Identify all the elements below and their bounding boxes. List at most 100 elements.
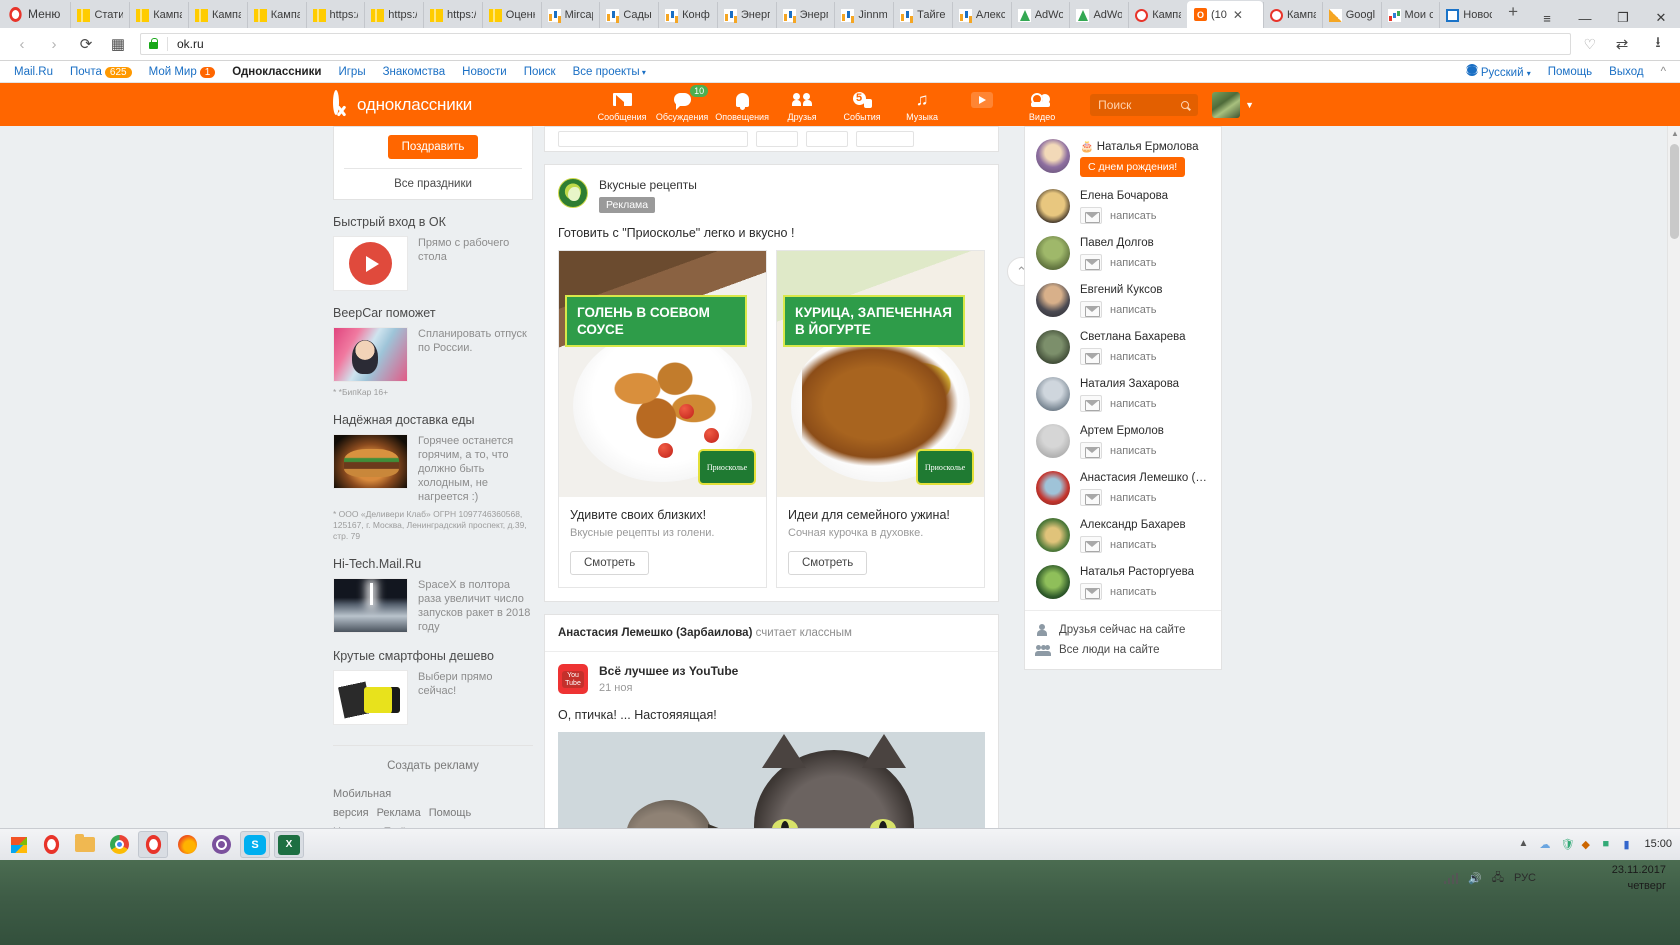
avatar[interactable]	[1036, 518, 1070, 552]
write-message-row[interactable]: написать	[1080, 254, 1211, 271]
avatar[interactable]	[1036, 236, 1070, 270]
browser-tab-3[interactable]: Кампа	[246, 2, 306, 28]
friend-name[interactable]: Павел Долгов	[1080, 237, 1211, 249]
taskbar-clock[interactable]: 15:00	[1644, 838, 1672, 851]
browser-tab-16[interactable]: AdWo	[1010, 2, 1070, 28]
write-message-row[interactable]: написать	[1080, 395, 1211, 412]
help-link[interactable]: Помощь	[1548, 66, 1592, 78]
friend-item[interactable]: 🎂 Наталья Ермолова С днем рождения!	[1025, 133, 1221, 183]
signal-icon[interactable]	[1444, 872, 1458, 884]
nav-music[interactable]: ♫ Музыка	[892, 87, 952, 122]
tray-app-icon-2[interactable]: ■	[1602, 838, 1616, 852]
friend-name[interactable]: 🎂 Наталья Ермолова	[1080, 140, 1211, 153]
browser-tab-9[interactable]: Сады	[599, 2, 658, 28]
browser-tab-7[interactable]: Оценк	[481, 2, 541, 28]
vpn-badge-icon[interactable]: ⇄	[1612, 35, 1632, 53]
browser-tab-14[interactable]: Тайгер	[893, 2, 952, 28]
download-icon[interactable]: ⭳	[1648, 32, 1668, 57]
nav-friends[interactable]: Друзья	[772, 87, 832, 122]
browser-tab-17[interactable]: AdWo	[1069, 2, 1128, 28]
toplink-5[interactable]: Знакомства	[383, 66, 446, 78]
browser-tab-5[interactable]: https:/	[364, 2, 423, 28]
write-message-row[interactable]: написать	[1080, 207, 1211, 224]
friend-item[interactable]: Анастасия Лемешко (За... написать	[1025, 465, 1221, 512]
envelope-icon[interactable]	[1080, 207, 1102, 224]
heart-icon[interactable]: ♡	[1583, 36, 1596, 53]
language-selector[interactable]: Русский ▾	[1465, 64, 1531, 79]
tray-cloud-icon[interactable]: ☁	[1539, 838, 1553, 852]
envelope-icon[interactable]	[1080, 254, 1102, 271]
nav-discussions[interactable]: 10 Обсуждения	[652, 85, 712, 122]
nav-play[interactable]	[952, 87, 1012, 112]
scrollbar-thumb[interactable]	[1670, 144, 1679, 239]
toplink-2[interactable]: Мой Мир 1	[149, 66, 216, 78]
scroll-up-arrow[interactable]: ▲	[1671, 129, 1679, 138]
toplink-7[interactable]: Поиск	[524, 66, 556, 78]
left-ad-1[interactable]: BeepCar поможет Спланировать отпуск по Ро…	[333, 306, 533, 398]
taskbar-app-explorer[interactable]	[70, 831, 100, 858]
page-scrollbar[interactable]: ▲ ▼	[1667, 126, 1680, 846]
envelope-icon[interactable]	[1080, 536, 1102, 553]
friend-name[interactable]: Евгений Куксов	[1080, 284, 1211, 296]
browser-tab-2[interactable]: Кампа	[187, 2, 247, 28]
browser-tab-21[interactable]: Googl	[1321, 2, 1381, 28]
friend-name[interactable]: Наталия Захарова	[1080, 378, 1211, 390]
url-input[interactable]: ok.ru	[140, 33, 1572, 55]
browser-tab-19[interactable]: (10 ✕	[1186, 1, 1263, 28]
browser-tab-13[interactable]: Jinnm	[834, 2, 893, 28]
speed-dial-icon[interactable]: ▦	[108, 35, 128, 53]
avatar[interactable]	[1036, 139, 1070, 173]
tray-up-arrow-icon[interactable]: ▲	[1518, 838, 1532, 852]
footer-link-help[interactable]: Помощь	[429, 807, 472, 819]
browser-tab-6[interactable]: https:/	[423, 2, 482, 28]
sharer-name[interactable]: Анастасия Лемешко (Зарбаилова)	[558, 627, 752, 639]
write-message-row[interactable]: написать	[1080, 583, 1211, 600]
arrow-badge-thumb[interactable]	[333, 236, 408, 291]
ok-search-box[interactable]	[1090, 93, 1199, 116]
toplink-0[interactable]: Mail.Ru	[14, 66, 53, 78]
tab-list-button[interactable]: ≡	[1528, 11, 1566, 26]
avatar[interactable]	[1036, 283, 1070, 317]
user-avatar-menu[interactable]: ▼	[1212, 91, 1254, 118]
promo-watch-button-1[interactable]: Смотреть	[570, 551, 650, 575]
taskbar-app-viber[interactable]	[206, 831, 236, 858]
browser-tab-18[interactable]: Кампа	[1128, 2, 1187, 28]
taskbar-app-chrome[interactable]	[104, 831, 134, 858]
friend-item[interactable]: Павел Долгов написать	[1025, 230, 1221, 277]
left-ad-3[interactable]: Hi-Tech.Mail.Ru SpaceX в полтора раза уве…	[333, 557, 533, 634]
tray-app-icon-3[interactable]: ▮	[1623, 838, 1637, 852]
all-holidays-link[interactable]: Все праздники	[344, 168, 522, 199]
new-tab-button[interactable]: +	[1498, 2, 1528, 26]
avatar[interactable]	[1036, 330, 1070, 364]
tray-shield-icon[interactable]: 🛡	[1560, 838, 1574, 852]
friend-item[interactable]: Наталия Захарова написать	[1025, 371, 1221, 418]
left-ad-2[interactable]: Надёжная доставка еды Горячее останется г…	[333, 413, 533, 542]
datetime-block[interactable]: 23.11.2017	[1612, 864, 1666, 876]
volume-icon[interactable]: 🔊	[1468, 872, 1482, 885]
envelope-icon[interactable]	[1080, 583, 1102, 600]
friend-item[interactable]: Александр Бахарев написать	[1025, 512, 1221, 559]
network-icon[interactable]: 🖧	[1492, 869, 1504, 888]
avatar[interactable]	[1036, 565, 1070, 599]
friend-name[interactable]: Артем Ермолов	[1080, 425, 1211, 437]
create-ad-link[interactable]: Создать рекламу	[333, 760, 533, 772]
envelope-icon[interactable]	[1080, 442, 1102, 459]
promo-card-2[interactable]: КУРИЦА, ЗАПЕЧЕННАЯ В ЙОГУРТЕ Приосколье …	[776, 250, 985, 588]
toplink-6[interactable]: Новости	[462, 66, 507, 78]
browser-tab-8[interactable]: Mircap	[540, 2, 600, 28]
browser-tab-22[interactable]: Мои с	[1380, 2, 1440, 28]
yt-group-name[interactable]: Всё лучшее из YouTube	[599, 664, 738, 678]
maximize-button[interactable]: ❐	[1604, 10, 1642, 26]
avatar[interactable]	[1036, 471, 1070, 505]
promo-card-1[interactable]: ГОЛЕНЬ В СОЕВОМ СОУСЕ Приосколье Удивите…	[558, 250, 767, 588]
browser-tab-11[interactable]: Энерг	[716, 2, 776, 28]
friend-name[interactable]: Александр Бахарев	[1080, 519, 1211, 531]
friend-item[interactable]: Артем Ермолов написать	[1025, 418, 1221, 465]
envelope-icon[interactable]	[1080, 301, 1102, 318]
friend-name[interactable]: Елена Бочарова	[1080, 190, 1211, 202]
taskbar-app-firefox[interactable]	[172, 831, 202, 858]
nav-notifications[interactable]: Оповещения	[712, 87, 772, 122]
browser-tab-0[interactable]: Стати	[70, 2, 129, 28]
avatar[interactable]	[1036, 424, 1070, 458]
browser-tab-12[interactable]: Энерг	[775, 2, 835, 28]
